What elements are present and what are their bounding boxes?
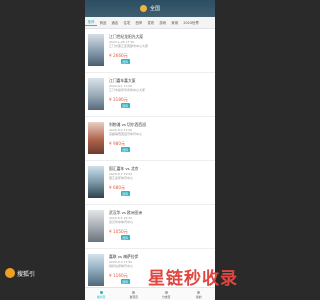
item-tag: 国际 — [121, 147, 130, 152]
location-icon — [139, 5, 147, 12]
brand-name: 搜狐引 — [17, 270, 36, 278]
user-icon — [197, 290, 201, 294]
brand-mark-icon — [5, 268, 15, 278]
home-icon — [99, 290, 103, 294]
list-item[interactable]: 江门世纪龙阳光大厦 2020-1-28 17:30 江门市蓬江区南部市中心大厦 … — [85, 29, 215, 73]
watermark: 星链秒收录 — [148, 269, 238, 289]
nav-label: 发现页 — [129, 294, 138, 299]
nav-discover[interactable]: 发现页 — [118, 288, 151, 300]
item-tag: 国际 — [121, 279, 130, 284]
tab-hotel[interactable]: 酒店 — [109, 20, 121, 25]
tab-publish[interactable]: 发布 — [145, 20, 157, 25]
tab-games[interactable]: 游戏 — [157, 20, 169, 25]
category-tabs: 推荐 商品 酒店 住宅 西甲 发布 游戏 家用 2020世界 — [85, 17, 215, 29]
item-subtitle: 英超联赛西班牙体育中心 — [109, 132, 143, 136]
item-subtitle: 武汉华中体育中心 — [109, 220, 134, 224]
event-thumbnail — [88, 34, 104, 66]
tab-home[interactable]: 家用 — [169, 20, 181, 25]
tab-goods[interactable]: 商品 — [97, 20, 109, 25]
item-subtitle: 梅萨拉伊体育中心 — [109, 264, 134, 268]
list-item[interactable]: 利物浦 vs 切尔西西班 2020-8-4 17:00 英超联赛西班牙体育中心 … — [85, 117, 215, 161]
event-thumbnail — [88, 166, 104, 198]
category-icon — [164, 290, 168, 294]
tab-world-2020[interactable]: 2020世界 — [181, 20, 202, 25]
event-list: 江门世纪龙阳光大厦 2020-1-28 17:30 江门市蓬江区南部市中心大厦 … — [85, 29, 215, 293]
event-thumbnail — [88, 210, 104, 242]
item-subtitle: 江门市嘉年华商务中心大厦 — [109, 88, 146, 92]
discover-icon — [132, 290, 136, 294]
tab-housing[interactable]: 住宅 — [121, 20, 133, 25]
nav-category[interactable]: 分类页 — [150, 288, 183, 300]
event-thumbnail — [88, 122, 104, 154]
item-tag: 国际 — [121, 235, 130, 240]
city-selector[interactable]: 全国 — [150, 5, 160, 12]
top-bar: 全国 — [85, 0, 215, 17]
nav-label: 我的 — [195, 294, 202, 299]
nav-label: 推荐页 — [97, 294, 106, 299]
brand-logo: 搜狐引 — [5, 268, 35, 278]
item-subtitle: 江门市蓬江区南部市中心大厦 — [109, 44, 149, 48]
tab-laliga[interactable]: 西甲 — [133, 20, 145, 25]
event-thumbnail — [88, 78, 104, 110]
event-thumbnail — [88, 254, 104, 286]
mobile-screen: 全国 推荐 商品 酒店 住宅 西甲 发布 游戏 家用 2020世界 江门世纪龙阳… — [85, 0, 215, 300]
item-subtitle: 国汇嘉年体育中心 — [109, 176, 134, 180]
nav-recommend[interactable]: 推荐页 — [85, 288, 118, 300]
item-tag: 国际 — [121, 59, 130, 64]
item-tag: 国际 — [121, 191, 130, 196]
nav-label: 分类页 — [162, 294, 171, 299]
list-item[interactable]: 武汉华 vs 欧洲亚洲 2020-8-6 19:30 武汉华中体育中心 ¥ 10… — [85, 205, 215, 249]
tab-recommend[interactable]: 推荐 — [85, 19, 97, 26]
nav-mine[interactable]: 我的 — [183, 288, 216, 300]
list-item[interactable]: 国汇嘉年 vs 北京 2020-8-7 19:00 国汇嘉年体育中心 ¥ 680… — [85, 161, 215, 205]
list-item[interactable]: 江门嘉年嘉大厦 2020-6-1 17:00 江门市嘉年华商务中心大厦 ¥ 31… — [85, 73, 215, 117]
item-tag: 国际 — [121, 103, 130, 108]
